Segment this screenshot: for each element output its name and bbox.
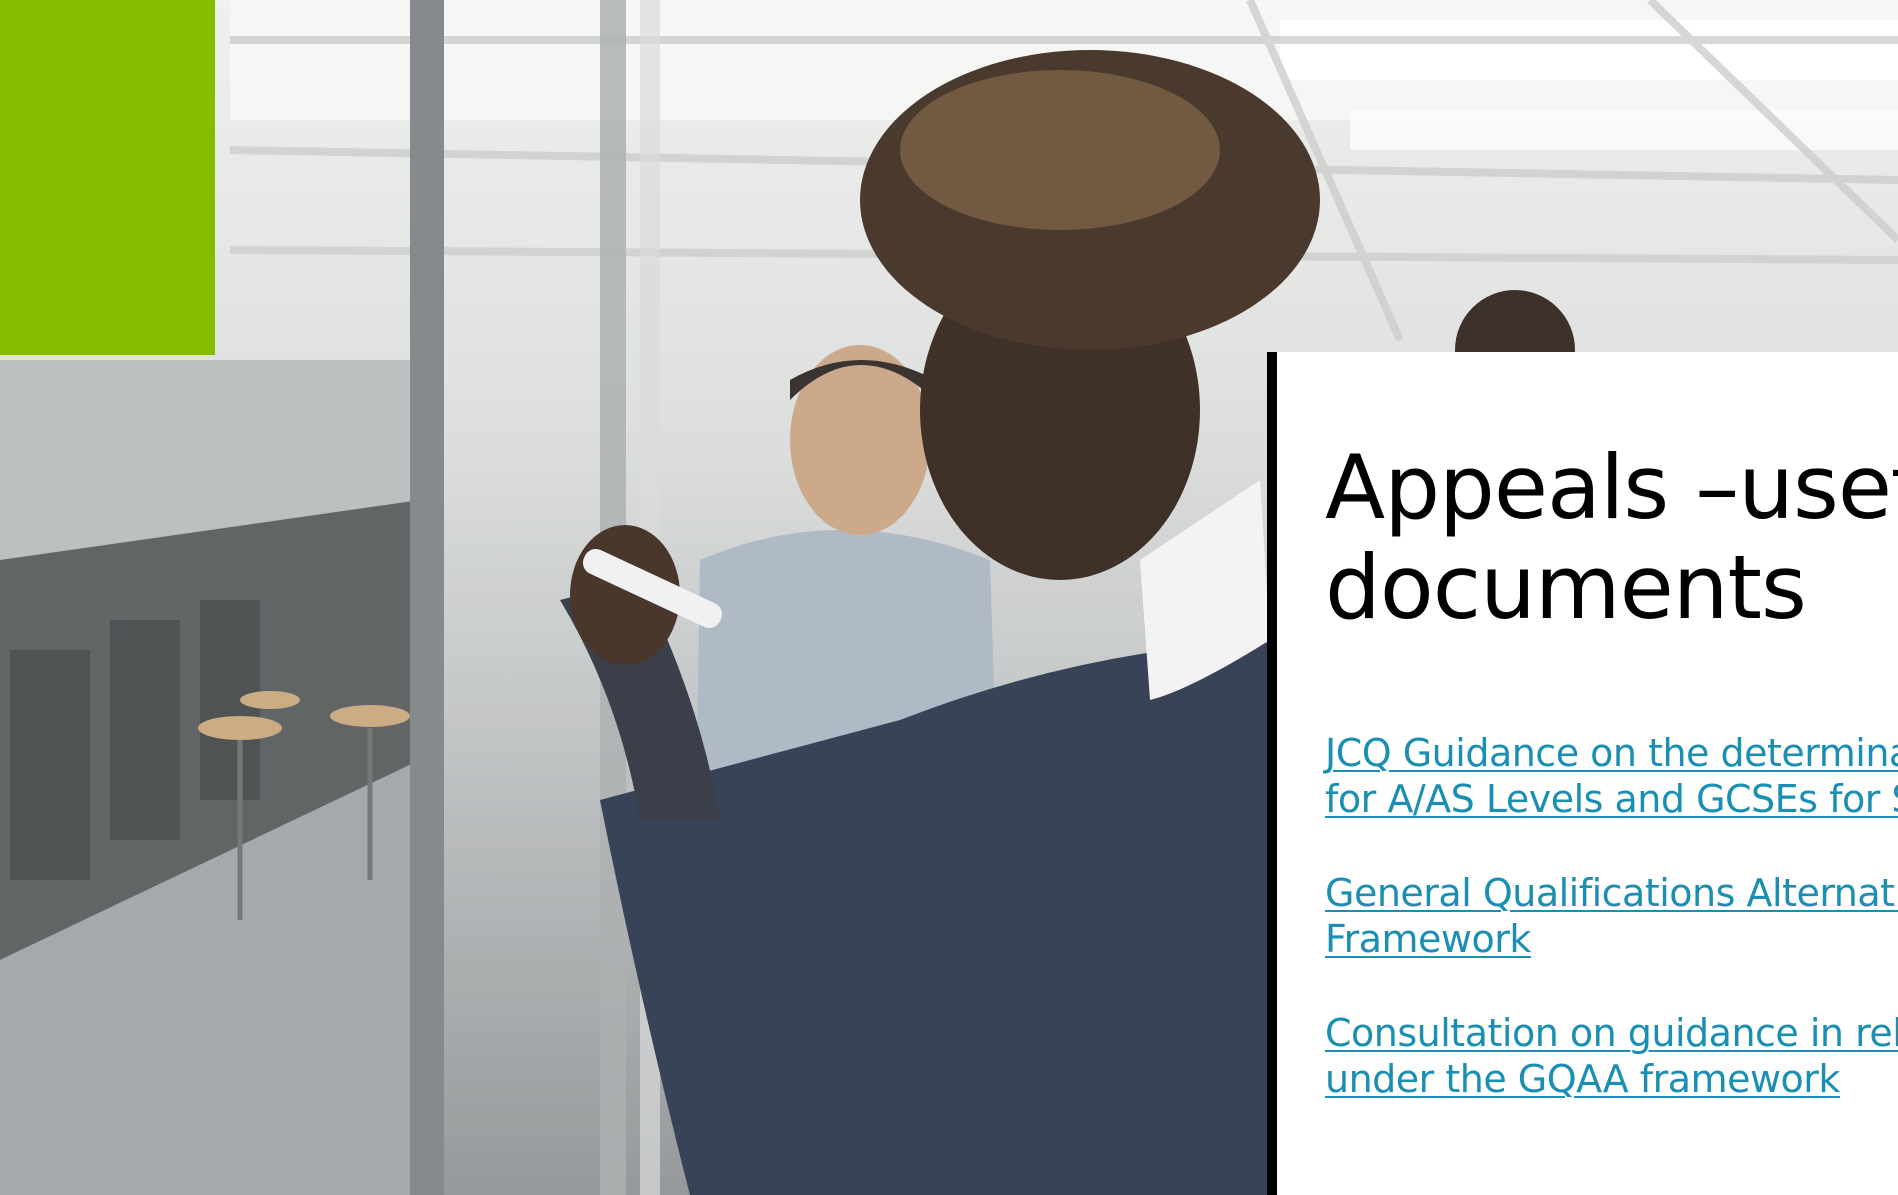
document-links: JCQ Guidance on the determination of gra…	[1325, 730, 1898, 1150]
content-panel: Appeals –useful documents JCQ Guidance o…	[1267, 352, 1898, 1195]
link-gqaa-framework[interactable]: General Qualifications Alternative Award…	[1325, 870, 1898, 962]
accent-block	[0, 0, 215, 355]
slide-title: Appeals –useful documents	[1325, 436, 1898, 639]
link-jcq-guidance[interactable]: JCQ Guidance on the determination of gra…	[1325, 730, 1898, 822]
link-consultation-guidance[interactable]: Consultation on guidance in relation to …	[1325, 1010, 1898, 1102]
slide: Appeals –useful documents JCQ Guidance o…	[0, 0, 1898, 1195]
